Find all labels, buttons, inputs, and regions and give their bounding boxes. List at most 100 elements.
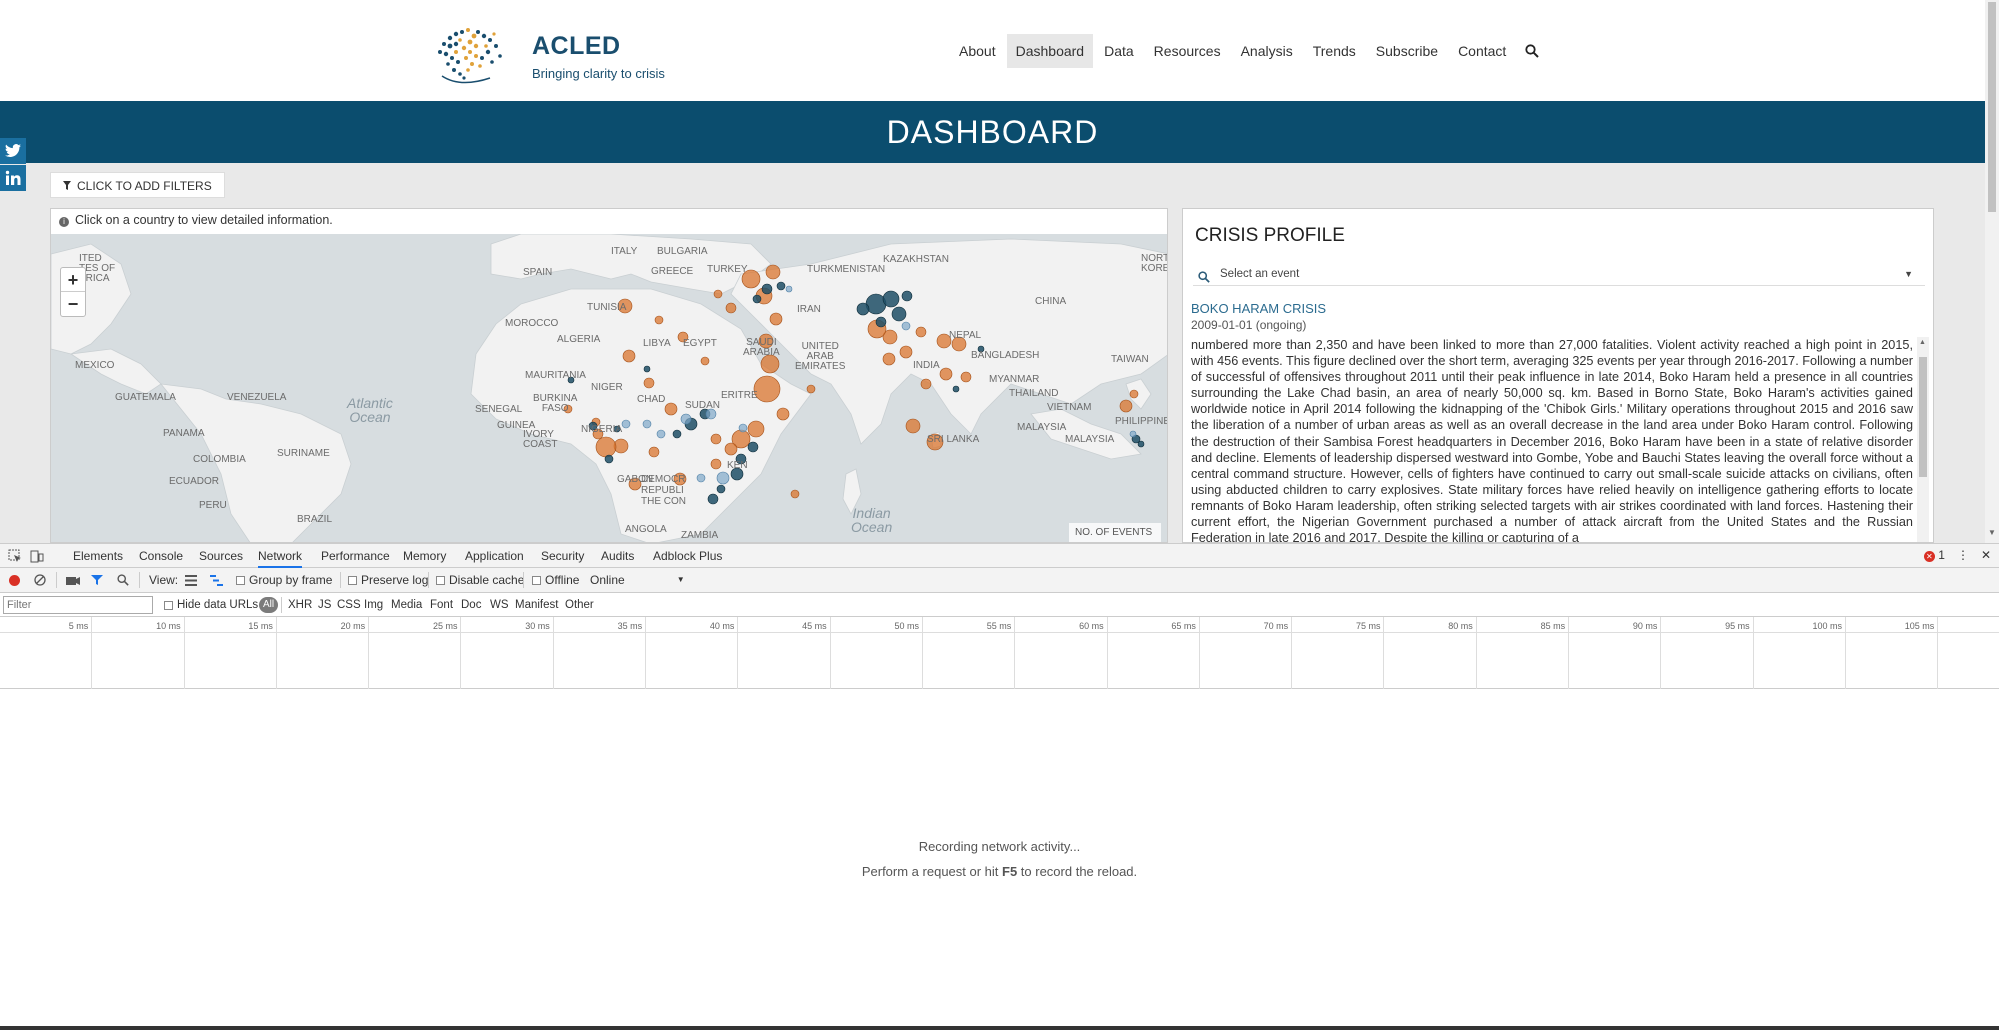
- map-label-turkmenistan: TURKMENISTAN: [807, 264, 886, 275]
- recording-message: Recording network activity...: [918, 839, 1081, 854]
- filter-type-css[interactable]: CSS: [337, 593, 361, 617]
- toolbar-divider: [56, 572, 57, 588]
- close-icon[interactable]: ✕: [1981, 548, 1991, 562]
- filter-type-font[interactable]: Font: [430, 593, 453, 617]
- nav-about[interactable]: About: [950, 34, 1005, 68]
- filter-input[interactable]: [3, 596, 153, 614]
- filter-type-doc[interactable]: Doc: [461, 593, 481, 617]
- clear-icon: [34, 574, 46, 586]
- capture-screenshots-button[interactable]: [66, 568, 80, 592]
- add-filters-button[interactable]: CLICK TO ADD FILTERS: [50, 172, 225, 198]
- large-rows-button[interactable]: [185, 568, 197, 592]
- filter-type-manifest[interactable]: Manifest: [515, 593, 558, 617]
- hide-data-urls-toggle[interactable]: Hide data URLs: [164, 593, 258, 617]
- filter-type-xhr[interactable]: XHR: [288, 593, 312, 617]
- filter-icon: [91, 575, 103, 585]
- preserve-log-toggle[interactable]: Preserve log: [348, 568, 428, 592]
- scroll-down-icon[interactable]: ▼: [1988, 528, 1996, 537]
- filter-type-media[interactable]: Media: [391, 593, 422, 617]
- tab-memory[interactable]: Memory: [403, 544, 446, 568]
- zoom-out-button[interactable]: −: [61, 292, 85, 316]
- page-scrollbar-thumb[interactable]: [1988, 2, 1996, 212]
- search-button[interactable]: [117, 568, 129, 592]
- acled-logo[interactable]: ACLED Bringing clarity to crisis: [430, 18, 670, 88]
- group-by-frame-checkbox[interactable]: [236, 575, 245, 585]
- nav-analysis[interactable]: Analysis: [1232, 34, 1302, 68]
- tab-network[interactable]: Network: [258, 544, 303, 568]
- disable-cache-toggle[interactable]: Disable cache: [436, 568, 524, 592]
- offline-toggle[interactable]: Offline: [532, 568, 579, 592]
- event-select[interactable]: Select an event ▼: [1193, 262, 1925, 286]
- twitter-icon[interactable]: [0, 138, 26, 164]
- page-scrollbar[interactable]: ▼: [1985, 0, 1999, 543]
- chevron-down-icon: ▼: [676, 575, 685, 584]
- tab-audits[interactable]: Audits: [601, 544, 634, 568]
- map-label-mauritania: MAURITANIA: [525, 370, 586, 381]
- tab-security[interactable]: Security: [541, 544, 584, 568]
- nav-dashboard[interactable]: Dashboard: [1006, 34, 1094, 68]
- hide-data-urls-checkbox[interactable]: [164, 600, 173, 610]
- map-label-morocco: MOROCCO: [505, 318, 559, 329]
- zoom-in-button[interactable]: +: [61, 268, 85, 292]
- tab-adblock-plus[interactable]: Adblock Plus: [653, 544, 722, 568]
- timeline-tick: 105 ms: [1846, 617, 1939, 689]
- device-toolbar-icon[interactable]: [30, 549, 44, 566]
- timeline-tick: 70 ms: [1200, 617, 1293, 689]
- record-button[interactable]: [9, 568, 20, 592]
- group-by-frame-toggle[interactable]: Group by frame: [236, 568, 332, 592]
- search-icon[interactable]: [1517, 34, 1547, 68]
- map-label-spain: SPAIN: [523, 267, 553, 278]
- preserve-log-checkbox[interactable]: [348, 575, 357, 585]
- tab-console[interactable]: Console: [139, 544, 183, 568]
- nav-subscribe[interactable]: Subscribe: [1367, 34, 1447, 68]
- clear-button[interactable]: [34, 568, 46, 592]
- timeline-tick: 95 ms: [1661, 617, 1754, 689]
- map-label-greece: GREECE: [651, 266, 694, 277]
- reload-hint-key: F5: [1002, 864, 1018, 879]
- filter-type-all[interactable]: All: [259, 597, 279, 613]
- tab-sources[interactable]: Sources: [199, 544, 243, 568]
- chevron-down-icon: ▼: [1904, 269, 1913, 279]
- tab-performance[interactable]: Performance: [321, 544, 390, 568]
- nav-contact[interactable]: Contact: [1449, 34, 1515, 68]
- disable-cache-label: Disable cache: [449, 573, 525, 587]
- timeline-tick-label: 5 ms: [68, 621, 89, 631]
- map-label-iran: IRAN: [797, 304, 821, 315]
- linkedin-icon[interactable]: [0, 165, 26, 191]
- error-counter[interactable]: ✕ 1: [1923, 548, 1945, 562]
- disable-cache-checkbox[interactable]: [436, 575, 445, 585]
- toolbar-divider: [428, 572, 429, 588]
- crisis-scrollbar-thumb[interactable]: [1919, 357, 1927, 477]
- conflict-map[interactable]: ITED TES OF ERICA SPAIN ITALY BULGARIA G…: [51, 234, 1167, 542]
- nav-trends[interactable]: Trends: [1304, 34, 1365, 68]
- timeline-tick-label: 45 ms: [802, 621, 827, 631]
- map-label-sudan: SUDAN: [685, 400, 721, 411]
- throttling-select[interactable]: Online ▼: [590, 568, 685, 592]
- map-label-india: INDIA: [913, 360, 940, 371]
- filter-type-ws[interactable]: WS: [490, 593, 509, 617]
- timeline-tick-label: 40 ms: [709, 621, 735, 631]
- scroll-up-icon[interactable]: ▲: [1919, 339, 1926, 346]
- timeline-tick-label: 95 ms: [1725, 621, 1750, 631]
- filter-type-js[interactable]: JS: [318, 593, 331, 617]
- error-icon: ✕: [1923, 551, 1935, 562]
- timeline-tick-label: 85 ms: [1540, 621, 1566, 631]
- search-icon: [117, 574, 129, 586]
- filter-type-other[interactable]: Other: [565, 593, 594, 617]
- inspect-element-icon[interactable]: [8, 549, 22, 566]
- map-label-egypt: EGYPT: [683, 338, 717, 349]
- crisis-description: numbered more than 2,350 and have been l…: [1191, 338, 1913, 543]
- network-timeline-overview[interactable]: 5 ms 10 ms 15 ms 20 ms 25 ms 30 ms 35 ms 40 ms 4…: [0, 617, 1999, 689]
- offline-checkbox[interactable]: [532, 575, 541, 585]
- nav-data[interactable]: Data: [1095, 34, 1143, 68]
- tab-elements[interactable]: Elements: [73, 544, 123, 568]
- timeline-tick: 20 ms: [277, 617, 370, 689]
- crisis-scrollbar[interactable]: ▲: [1917, 337, 1929, 542]
- tab-application[interactable]: Application: [465, 544, 524, 568]
- filter-type-img[interactable]: Img: [364, 593, 383, 617]
- filter-toggle-button[interactable]: [91, 568, 103, 592]
- more-options-icon[interactable]: ⋮: [1957, 548, 1969, 562]
- reload-hint-prefix: Perform a request or hit: [861, 864, 1003, 879]
- waterfall-view-button[interactable]: [210, 568, 224, 592]
- nav-resources[interactable]: Resources: [1145, 34, 1230, 68]
